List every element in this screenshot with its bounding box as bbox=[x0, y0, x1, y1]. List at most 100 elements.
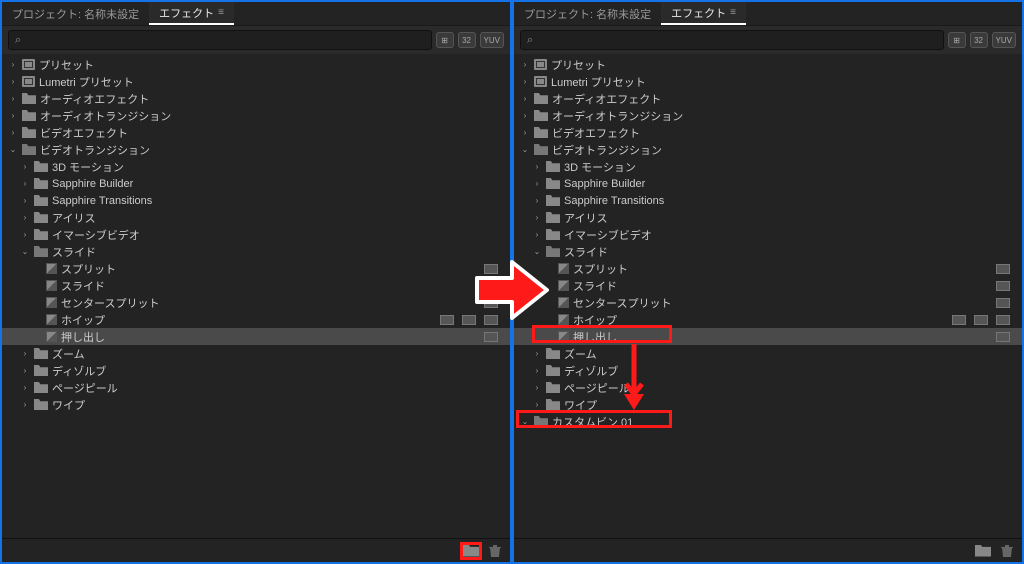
twisty-icon[interactable]: › bbox=[8, 111, 18, 120]
tree-item-3d[interactable]: ›3D モーション bbox=[514, 158, 1022, 175]
filter-yuv[interactable]: YUV bbox=[992, 32, 1016, 48]
twisty-icon[interactable]: › bbox=[20, 230, 30, 239]
tree-item-slide[interactable]: ⌄スライド bbox=[514, 243, 1022, 260]
tree-item-st[interactable]: ›Sapphire Transitions bbox=[514, 192, 1022, 209]
twisty-icon[interactable]: › bbox=[532, 383, 542, 392]
tree-item-zoom[interactable]: › ズーム bbox=[2, 345, 510, 362]
filter-32bit[interactable]: 32 bbox=[970, 32, 988, 48]
twisty-icon[interactable]: › bbox=[20, 349, 30, 358]
twisty-icon[interactable]: › bbox=[8, 60, 18, 69]
trash-button[interactable] bbox=[486, 544, 504, 558]
tree-item-presets[interactable]: ›プリセット bbox=[514, 56, 1022, 73]
tree-item-dissolve[interactable]: ›ディゾルブ bbox=[514, 362, 1022, 379]
twisty-icon[interactable]: › bbox=[20, 366, 30, 375]
tree-item-whip[interactable]: ホイップ bbox=[514, 311, 1022, 328]
twisty-icon[interactable]: › bbox=[20, 196, 30, 205]
tree-item-split[interactable]: スプリット bbox=[2, 260, 510, 277]
panel-menu-icon[interactable]: ≡ bbox=[218, 7, 224, 18]
twisty-icon[interactable]: › bbox=[532, 400, 542, 409]
badge-icon bbox=[996, 332, 1010, 342]
twisty-icon[interactable]: ⌄ bbox=[8, 145, 18, 154]
twisty-icon[interactable]: › bbox=[20, 179, 30, 188]
tree-item-wipe[interactable]: ›ワイプ bbox=[514, 396, 1022, 413]
twisty-icon[interactable]: › bbox=[532, 349, 542, 358]
tree-item-zoom[interactable]: ›ズーム bbox=[514, 345, 1022, 362]
twisty-icon[interactable]: › bbox=[520, 77, 530, 86]
new-bin-button[interactable] bbox=[974, 544, 992, 558]
tab-effects[interactable]: エフェクト≡ bbox=[149, 2, 234, 25]
twisty-icon[interactable]: › bbox=[532, 366, 542, 375]
filter-accelerated[interactable]: ⊞ bbox=[948, 32, 966, 48]
twisty-icon[interactable]: › bbox=[520, 128, 530, 137]
tree-item-center[interactable]: センタースプリット bbox=[514, 294, 1022, 311]
tree-item-center[interactable]: センタースプリット bbox=[2, 294, 510, 311]
tree-item-slide[interactable]: ⌄スライド bbox=[2, 243, 510, 260]
tree-item-3d[interactable]: ›3D モーション bbox=[2, 158, 510, 175]
filter-32bit[interactable]: 32 bbox=[458, 32, 476, 48]
filter-yuv[interactable]: YUV bbox=[480, 32, 504, 48]
tree-item-dissolve[interactable]: ›ディゾルブ bbox=[2, 362, 510, 379]
twisty-icon[interactable]: › bbox=[520, 111, 530, 120]
tree-item-slidefx[interactable]: スライド bbox=[514, 277, 1022, 294]
tree-item-iris[interactable]: ›アイリス bbox=[2, 209, 510, 226]
tab-project[interactable]: プロジェクト: 名称未設定 bbox=[514, 2, 661, 25]
tree-item-custom-bin[interactable]: ⌄カスタムビン 01 bbox=[514, 413, 1022, 430]
tree-item-lumetri[interactable]: ›Lumetri プリセット bbox=[2, 73, 510, 90]
tree-item-sb[interactable]: ›Sapphire Builder bbox=[2, 175, 510, 192]
panel-menu-icon[interactable]: ≡ bbox=[730, 7, 736, 18]
twisty-icon[interactable]: › bbox=[20, 400, 30, 409]
tree-item-split[interactable]: スプリット bbox=[514, 260, 1022, 277]
twisty-icon[interactable]: ⌄ bbox=[520, 145, 530, 154]
twisty-icon[interactable]: › bbox=[532, 179, 542, 188]
twisty-icon[interactable]: › bbox=[20, 383, 30, 392]
twisty-icon[interactable]: › bbox=[520, 60, 530, 69]
trash-button[interactable] bbox=[998, 544, 1016, 558]
filter-accelerated[interactable]: ⊞ bbox=[436, 32, 454, 48]
new-bin-button[interactable] bbox=[462, 544, 480, 558]
twisty-icon[interactable]: › bbox=[532, 196, 542, 205]
tree-item-audiotr[interactable]: ›オーディオトランジション bbox=[514, 107, 1022, 124]
twisty-icon[interactable]: › bbox=[8, 77, 18, 86]
twisty-icon[interactable]: › bbox=[8, 94, 18, 103]
tree-item-audiofx[interactable]: ›オーディオエフェクト bbox=[2, 90, 510, 107]
tree-item-push[interactable]: 押し出し bbox=[514, 328, 1022, 345]
tree-item-audiofx[interactable]: ›オーディオエフェクト bbox=[514, 90, 1022, 107]
twisty-icon[interactable]: › bbox=[532, 213, 542, 222]
tree-item-videofx[interactable]: ›ビデオエフェクト bbox=[514, 124, 1022, 141]
tree-item-push[interactable]: 押し出し bbox=[2, 328, 510, 345]
twisty-icon[interactable]: › bbox=[520, 94, 530, 103]
item-label: ズーム bbox=[52, 346, 506, 362]
tree-item-audiotr[interactable]: ›オーディオトランジション bbox=[2, 107, 510, 124]
twisty-icon[interactable]: › bbox=[20, 213, 30, 222]
tree-item-iris[interactable]: › アイリス bbox=[514, 209, 1022, 226]
item-label: アイリス bbox=[564, 210, 1018, 226]
effect-icon bbox=[558, 263, 569, 274]
tree-item-wipe[interactable]: ›ワイプ bbox=[2, 396, 510, 413]
search-input[interactable]: ⌕ bbox=[520, 30, 944, 50]
effects-tree[interactable]: ›プリセット ›Lumetri プリセット ›オーディオエフェクト ›オーディオ… bbox=[2, 54, 510, 538]
tree-item-slidefx[interactable]: スライド bbox=[2, 277, 510, 294]
tree-item-presets[interactable]: ›プリセット bbox=[2, 56, 510, 73]
tree-item-immersive[interactable]: ›イマーシブビデオ bbox=[514, 226, 1022, 243]
tree-item-pagepeel[interactable]: ›ページピール bbox=[514, 379, 1022, 396]
tree-item-pagepeel[interactable]: ›ページピール bbox=[2, 379, 510, 396]
tree-item-whip[interactable]: ホイップ bbox=[2, 311, 510, 328]
twisty-icon[interactable]: › bbox=[532, 230, 542, 239]
tree-item-lumetri[interactable]: ›Lumetri プリセット bbox=[514, 73, 1022, 90]
twisty-icon[interactable]: ⌄ bbox=[520, 417, 530, 426]
effects-panel-after: プロジェクト: 名称未設定 エフェクト≡ ⌕ ⊞ 32 YUV ›プリセット ›… bbox=[512, 0, 1024, 564]
twisty-icon[interactable]: › bbox=[8, 128, 18, 137]
tree-item-immersive[interactable]: ›イマーシブビデオ bbox=[2, 226, 510, 243]
twisty-icon[interactable]: › bbox=[532, 162, 542, 171]
tree-item-videotr[interactable]: ⌄ビデオトランジション bbox=[514, 141, 1022, 158]
effects-tree[interactable]: ›プリセット ›Lumetri プリセット ›オーディオエフェクト ›オーディオ… bbox=[514, 54, 1022, 538]
tree-item-st[interactable]: ›Sapphire Transitions bbox=[2, 192, 510, 209]
twisty-icon[interactable]: ⌄ bbox=[20, 247, 30, 256]
tree-item-sb[interactable]: ›Sapphire Builder bbox=[514, 175, 1022, 192]
twisty-icon[interactable]: › bbox=[20, 162, 30, 171]
tab-project[interactable]: プロジェクト: 名称未設定 bbox=[2, 2, 149, 25]
tree-item-videofx[interactable]: ›ビデオエフェクト bbox=[2, 124, 510, 141]
search-input[interactable]: ⌕ bbox=[8, 30, 432, 50]
tree-item-videotr[interactable]: ⌄ビデオトランジション bbox=[2, 141, 510, 158]
tab-effects[interactable]: エフェクト≡ bbox=[661, 2, 746, 25]
